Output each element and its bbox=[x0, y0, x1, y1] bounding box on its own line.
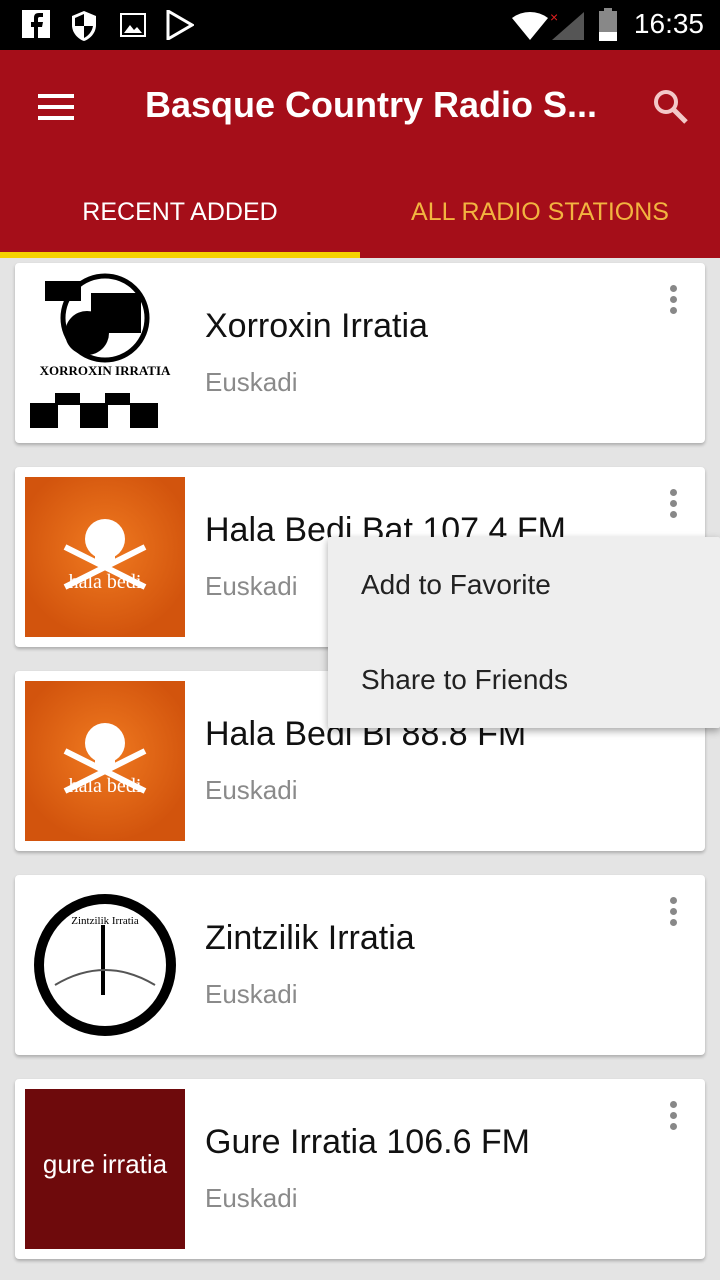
hamburger-icon[interactable] bbox=[38, 94, 74, 120]
image-icon bbox=[120, 13, 146, 37]
context-menu: Add to Favorite Share to Friends bbox=[328, 537, 720, 728]
station-logo: hala bedi bbox=[25, 477, 185, 637]
status-bar: × 16:35 bbox=[0, 0, 720, 50]
tab-all-radio-stations[interactable]: ALL RADIO STATIONS bbox=[360, 184, 720, 258]
station-region: Euskadi bbox=[205, 571, 298, 601]
clock: 16:35 bbox=[633, 8, 704, 39]
tab-indicator bbox=[0, 252, 360, 258]
station-name: Zintzilik Irratia bbox=[205, 919, 415, 957]
station-logo: hala bedi bbox=[25, 681, 185, 841]
station-region: Euskadi bbox=[205, 775, 298, 805]
tab-recent-added[interactable]: RECENT ADDED bbox=[0, 184, 360, 258]
station-card[interactable]: gure irratia Gure Irratia 106.6 FM Euska… bbox=[15, 1079, 705, 1259]
more-options-icon[interactable] bbox=[667, 1101, 679, 1133]
station-logo: Zintzilik Irratia bbox=[25, 885, 185, 1045]
facebook-icon bbox=[22, 10, 50, 38]
menu-item-add-to-favorite[interactable]: Add to Favorite bbox=[328, 537, 720, 632]
station-name: Gure Irratia 106.6 FM bbox=[205, 1123, 531, 1161]
shield-icon bbox=[72, 11, 96, 41]
battery-icon bbox=[599, 8, 617, 41]
more-options-icon[interactable] bbox=[667, 489, 679, 521]
station-logo: XORROXIN IRRATIA bbox=[25, 273, 185, 433]
more-options-icon[interactable] bbox=[667, 897, 679, 929]
page-title: Basque Country Radio S... bbox=[145, 84, 598, 125]
station-card[interactable]: XORROXIN IRRATIA Xorroxin Irratia Euskad… bbox=[15, 263, 705, 443]
station-logo: gure irratia bbox=[25, 1089, 185, 1249]
station-region: Euskadi bbox=[205, 979, 298, 1009]
station-card[interactable]: Zintzilik Irratia Zintzilik Irratia Eusk… bbox=[15, 875, 705, 1055]
svg-text:×: × bbox=[550, 10, 558, 25]
search-icon[interactable] bbox=[652, 88, 690, 126]
app-bar: Basque Country Radio S... RECENT ADDED A… bbox=[0, 50, 720, 258]
more-options-icon[interactable] bbox=[667, 285, 679, 317]
wifi-signal-icon: × bbox=[512, 10, 584, 40]
menu-item-share-to-friends[interactable]: Share to Friends bbox=[328, 632, 720, 727]
station-name: Xorroxin Irratia bbox=[205, 307, 428, 345]
station-region: Euskadi bbox=[205, 367, 298, 397]
play-store-icon bbox=[166, 10, 194, 40]
station-region: Euskadi bbox=[205, 1183, 298, 1213]
